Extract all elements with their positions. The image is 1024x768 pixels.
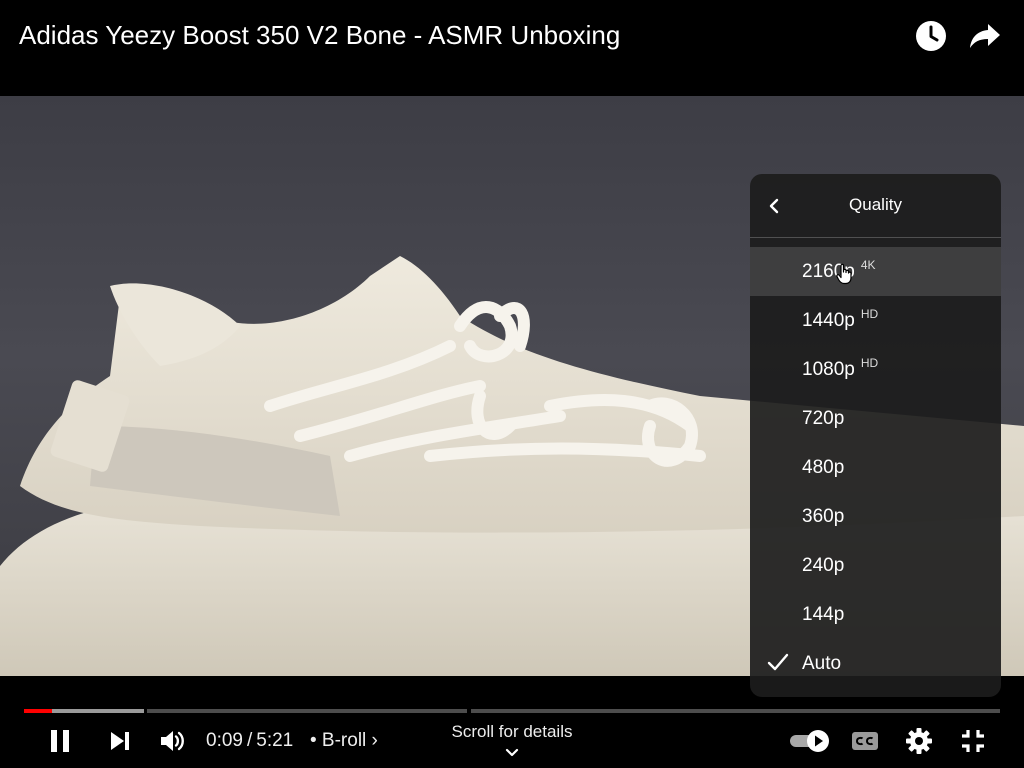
settings-button[interactable] [902, 724, 936, 758]
quality-menu: Quality 2160p 4K 1440p HD 1080p HD 720p 480… [750, 174, 1001, 697]
pause-icon [51, 730, 69, 752]
scroll-for-details[interactable]: Scroll for details [412, 722, 612, 742]
quality-option-240p[interactable]: 240p [750, 541, 1001, 590]
quality-option-label: Auto [802, 653, 842, 674]
next-icon [111, 732, 129, 750]
progress-buffered[interactable] [52, 709, 144, 713]
quality-option-label: 240p [802, 555, 845, 576]
checkmark-icon [767, 653, 789, 671]
quality-option-label: 480p [802, 457, 845, 478]
quality-option-1080p[interactable]: 1080p HD [750, 345, 1001, 394]
quality-option-144p[interactable]: 144p [750, 590, 1001, 639]
quality-menu-title: Quality [849, 195, 902, 214]
quality-option-1440p[interactable]: 1440p HD [750, 296, 1001, 345]
quality-option-auto[interactable]: Auto [750, 639, 1001, 688]
quality-option-2160p[interactable]: 2160p 4K [750, 247, 1001, 296]
settings-gear-icon [906, 728, 932, 754]
video-title[interactable]: Adidas Yeezy Boost 350 V2 Bone - ASMR Un… [19, 20, 620, 50]
quality-options-list: 2160p 4K 1440p HD 1080p HD 720p 480p 360p 2… [750, 247, 1001, 688]
pause-button[interactable] [44, 724, 76, 758]
quality-badge: 4K [860, 258, 876, 272]
quality-option-label: 1080p HD [802, 356, 879, 380]
quality-option-360p[interactable]: 360p [750, 492, 1001, 541]
autoplay-toggle[interactable] [788, 724, 832, 758]
watch-later-icon [916, 21, 946, 51]
volume-button[interactable] [156, 724, 190, 758]
exit-fullscreen-button[interactable] [956, 724, 990, 758]
progress-chapter-2[interactable] [471, 709, 1000, 713]
duration: 5:21 [256, 730, 294, 751]
quality-option-label: 144p [802, 604, 845, 625]
quality-menu-header: Quality [750, 174, 1001, 238]
current-time: 0:09 [206, 730, 243, 751]
share-icon [970, 24, 1000, 48]
share-button[interactable] [969, 18, 1001, 54]
time-separator: / [246, 730, 253, 751]
chapter-button[interactable]: • B-roll › [310, 730, 378, 752]
next-button[interactable] [104, 724, 136, 758]
progress-chapter-1[interactable] [147, 709, 467, 713]
watch-later-button[interactable] [915, 18, 947, 54]
time-display: 0:09/5:21 [206, 730, 293, 752]
quality-option-label: 720p [802, 408, 845, 429]
top-bar: Adidas Yeezy Boost 350 V2 Bone - ASMR Un… [0, 0, 1024, 96]
quality-option-720p[interactable]: 720p [750, 394, 1001, 443]
quality-option-label: 1440p HD [802, 307, 879, 331]
quality-option-label: 360p [802, 506, 845, 527]
autoplay-toggle-icon [790, 730, 829, 752]
chevron-down-icon [505, 748, 519, 757]
progress-played[interactable] [24, 709, 52, 713]
captions-icon [852, 732, 878, 750]
quality-badge: HD [860, 307, 879, 321]
quality-option-480p[interactable]: 480p [750, 443, 1001, 492]
exit-fullscreen-icon [962, 730, 984, 752]
captions-button[interactable] [848, 724, 882, 758]
quality-badge: HD [860, 356, 879, 370]
hand-cursor-icon [836, 263, 852, 285]
volume-icon [161, 731, 184, 751]
